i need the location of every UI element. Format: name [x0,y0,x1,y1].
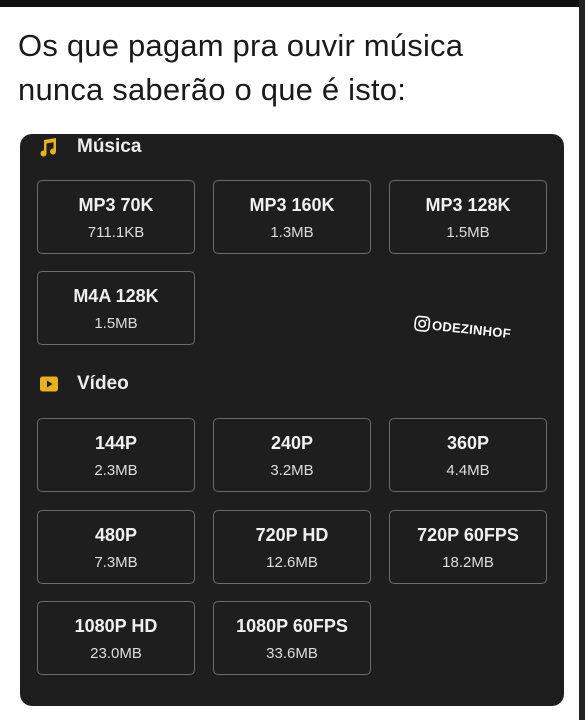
video-play-icon [38,373,60,395]
option-mp3-128k[interactable]: MP3 128K 1.5MB [389,180,547,254]
option-size: 4.4MB [446,462,490,479]
option-size: 1.5MB [446,224,490,241]
watermark-text: ODEZINHOF [431,317,512,341]
option-quality: 1080P HD [74,616,158,636]
option-quality: MP3 160K [249,195,335,215]
right-border [579,0,585,720]
option-720p-60fps[interactable]: 720P 60FPS 18.2MB [389,510,547,584]
option-144p[interactable]: 144P 2.3MB [37,418,195,492]
option-quality: 144P [94,433,138,453]
top-border [0,0,585,7]
option-quality: 480P [94,525,138,545]
music-section-header: Música [38,136,141,158]
option-quality: MP3 70K [78,195,154,215]
option-360p[interactable]: 360P 4.4MB [389,418,547,492]
option-480p[interactable]: 480P 7.3MB [37,510,195,584]
option-quality: MP3 128K [425,195,511,215]
caption-line-1: Os que pagam pra ouvir música [18,28,464,63]
music-note-icon [38,136,60,158]
option-size: 1.5MB [94,315,138,332]
option-size: 12.6MB [266,554,318,571]
option-quality: 720P 60FPS [417,525,519,545]
music-section-title: Música [77,136,142,157]
option-quality: 720P HD [255,525,329,545]
option-720p-hd[interactable]: 720P HD 12.6MB [213,510,371,584]
option-size: 3.2MB [270,462,314,479]
instagram-icon [414,315,431,332]
meme-caption: Os que pagam pra ouvir música nunca sabe… [18,24,558,112]
watermark: ODEZINHOF [413,315,512,341]
video-section-header: Vídeo [38,373,129,395]
option-quality: 360P [446,433,490,453]
option-size: 33.6MB [266,645,318,662]
option-size: 1.3MB [270,224,314,241]
download-options-panel: Música MP3 70K 711.1KB MP3 160K 1.3MB MP… [20,134,564,706]
option-1080p-60fps[interactable]: 1080P 60FPS 33.6MB [213,601,371,675]
option-size: 2.3MB [94,462,138,479]
option-240p[interactable]: 240P 3.2MB [213,418,371,492]
option-quality: 240P [270,433,314,453]
option-size: 18.2MB [442,554,494,571]
option-size: 711.1KB [87,224,145,241]
caption-line-2: nunca saberão o que é isto: [18,72,407,107]
option-mp3-160k[interactable]: MP3 160K 1.3MB [213,180,371,254]
option-quality: 1080P 60FPS [236,616,348,636]
option-size: 23.0MB [90,645,142,662]
option-mp3-70k[interactable]: MP3 70K 711.1KB [37,180,195,254]
option-1080p-hd[interactable]: 1080P HD 23.0MB [37,601,195,675]
option-quality: M4A 128K [73,286,159,306]
option-size: 7.3MB [94,554,138,571]
option-m4a-128k[interactable]: M4A 128K 1.5MB [37,271,195,345]
video-section-title: Vídeo [77,373,129,394]
